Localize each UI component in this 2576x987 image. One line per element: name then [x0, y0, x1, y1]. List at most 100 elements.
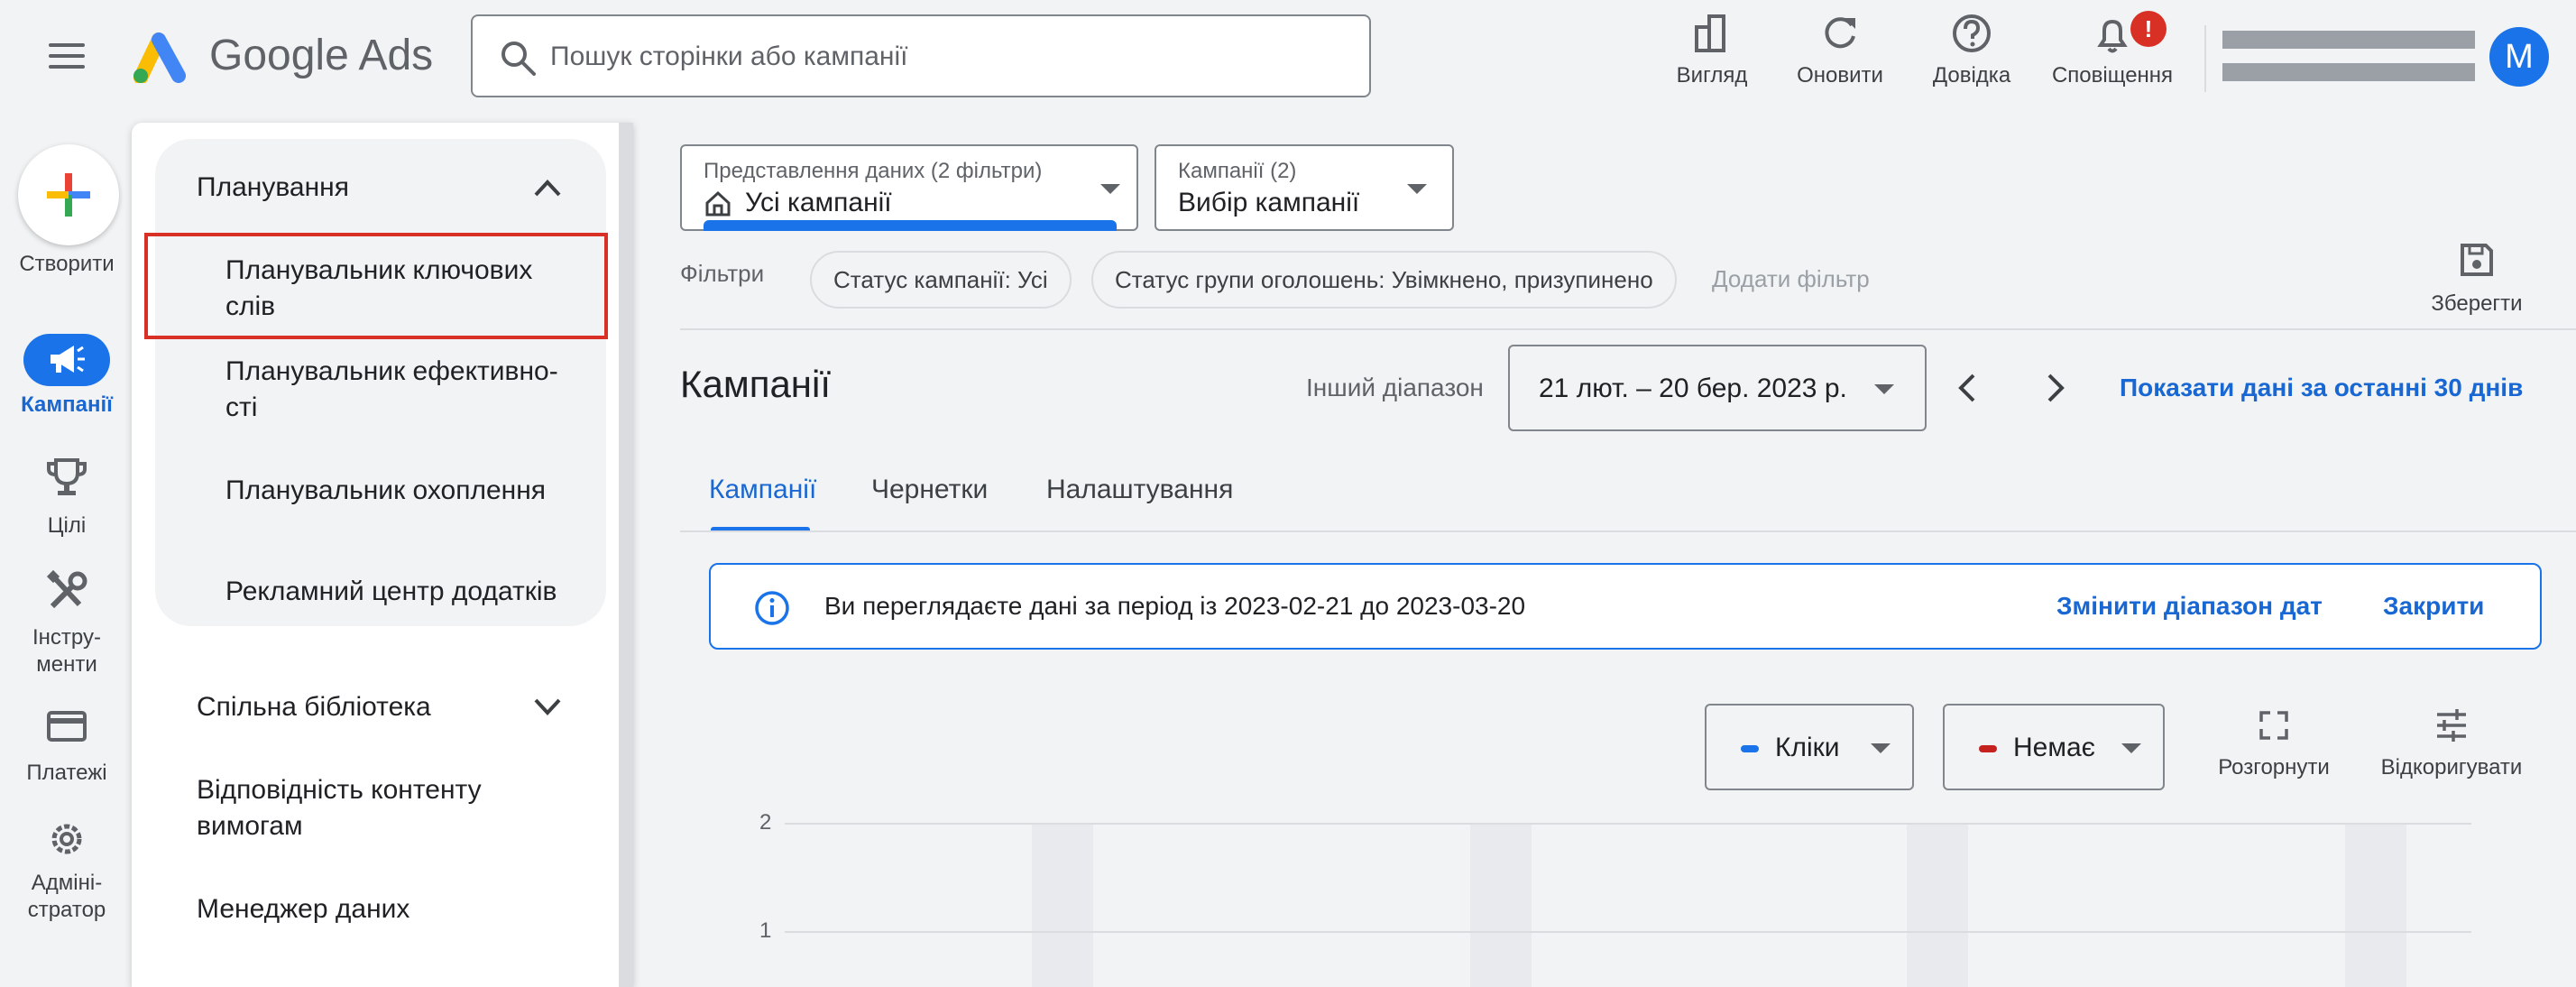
chart-gridline: [785, 931, 2471, 933]
megaphone-icon: [51, 346, 85, 373]
nav-item-performance-planner[interactable]: Планувальник ефективно- сті: [225, 354, 676, 426]
filter-chip-campaign-status[interactable]: Статус кампанії: Усі: [810, 251, 1072, 309]
main-menu-icon[interactable]: [49, 43, 85, 72]
admin-label-line1: Адміні-: [31, 871, 103, 895]
metric-2-select[interactable]: Немає: [1943, 704, 2165, 790]
credit-card-icon: [47, 711, 87, 742]
trophy-icon: [47, 458, 87, 495]
rail-tools[interactable]: Інстру- менти: [0, 568, 133, 677]
date-range-picker[interactable]: 21 лют. – 20 бер. 2023 р.: [1508, 345, 1927, 431]
rail-campaigns[interactable]: Кампанії: [0, 334, 133, 420]
info-icon: [755, 591, 789, 625]
help-icon: [1953, 14, 1991, 52]
tab-drafts[interactable]: Чернетки: [871, 475, 988, 505]
account-id-redacted[interactable]: [2222, 63, 2475, 81]
change-date-range-link[interactable]: Змінити діапазон дат: [2056, 592, 2323, 621]
nav-item-app-ad-hub[interactable]: Рекламний центр додатків: [225, 574, 676, 610]
fullscreen-icon: [2259, 711, 2288, 740]
avatar[interactable]: M: [2489, 27, 2549, 87]
performance-planner-line2: сті: [225, 392, 258, 422]
tools-label-line2: менти: [36, 652, 97, 677]
rail-billing[interactable]: Платежі: [0, 704, 133, 790]
account-name-redacted[interactable]: [2222, 31, 2475, 49]
search-icon: [501, 42, 536, 76]
metric-2-swatch: [1979, 745, 1997, 752]
view-selector[interactable]: Представлення даних (2 фільтри) Усі камп…: [680, 144, 1138, 231]
date-range-value: 21 лют. – 20 бер. 2023 р.: [1539, 374, 1847, 403]
tab-campaigns[interactable]: Кампанії: [709, 475, 816, 505]
caret-down-icon: [1100, 184, 1120, 194]
view-label: Вигляд: [1676, 63, 1748, 88]
show-last-30-days-link[interactable]: Показати дані за останні 30 днів: [2120, 374, 2523, 402]
chart-weekend-band: [1032, 823, 1093, 987]
add-filter-button[interactable]: Додати фільтр: [1712, 265, 1870, 293]
search-box[interactable]: [471, 14, 1371, 97]
tools-icon: [46, 569, 87, 609]
view-selector-sub: Представлення даних (2 фільтри): [704, 159, 1043, 183]
create-label: Створити: [19, 252, 115, 276]
highlight-box: [144, 233, 608, 339]
metric-2-label: Немає: [2013, 733, 2095, 762]
help-button[interactable]: Довідка: [1925, 11, 2019, 101]
y-tick-label: 2: [759, 810, 772, 835]
google-ads-logo-icon: [133, 32, 186, 83]
nav-section-planning[interactable]: Планування: [197, 170, 349, 206]
metric-1-label: Кліки: [1775, 733, 1840, 762]
filter-chip-adgroup-status[interactable]: Статус групи оголошень: Увімкнено, призу…: [1091, 251, 1677, 309]
chevron-down-icon[interactable]: [532, 696, 563, 718]
date-info-banner: Ви переглядаєте дані за період із 2023-0…: [709, 563, 2542, 650]
plus-icon: [47, 173, 90, 217]
refresh-label: Оновити: [1797, 63, 1883, 88]
app-title[interactable]: Google Ads: [209, 31, 433, 80]
create-button[interactable]: [18, 144, 119, 245]
help-label: Довідка: [1932, 63, 2011, 88]
home-icon: [705, 190, 731, 217]
refresh-button[interactable]: Оновити: [1789, 11, 1891, 101]
filters-label: Фільтри: [680, 260, 765, 287]
caret-down-icon: [1874, 384, 1894, 394]
expand-label: Розгорнути: [2218, 755, 2330, 779]
caret-down-icon: [2121, 743, 2141, 753]
campaign-selector-value: Вибір кампанії: [1178, 188, 1360, 217]
top-bar: Google Ads Вигляд Оновити Довідка: [0, 0, 2576, 115]
view-selector-value: Усі кампанії: [745, 188, 892, 217]
save-button[interactable]: Зберегти: [2423, 242, 2531, 317]
nav-section-content-suitability[interactable]: Відповідність контенту вимогам: [197, 772, 482, 844]
close-banner-link[interactable]: Закрити: [2383, 592, 2484, 621]
metric-1-swatch: [1741, 745, 1759, 752]
adjust-label: Відкоригувати: [2380, 755, 2523, 779]
billing-label: Платежі: [26, 761, 107, 785]
expand-chart-button[interactable]: Розгорнути: [2206, 707, 2341, 780]
y-tick-label: 1: [759, 918, 772, 943]
notifications-button[interactable]: ! Сповіщення: [2047, 11, 2177, 101]
notification-badge: !: [2130, 11, 2167, 47]
range-label: Інший діапазон: [1306, 374, 1484, 401]
page-title: Кампанії: [680, 363, 831, 405]
nav-item-reach-planner[interactable]: Планувальник охоплення: [225, 473, 676, 509]
save-icon: [2461, 244, 2493, 276]
adjust-chart-button[interactable]: Відкоригувати: [2372, 707, 2531, 780]
chevron-up-icon[interactable]: [532, 177, 563, 198]
goals-label: Цілі: [47, 513, 87, 538]
view-selector-underline: [704, 220, 1117, 231]
tune-icon: [2437, 709, 2466, 742]
view-button[interactable]: Вигляд: [1669, 11, 1755, 101]
campaign-selector-sub: Кампанії (2): [1178, 159, 1297, 183]
rail-admin[interactable]: Адміні- стратор: [0, 816, 133, 924]
nav-section-shared-library[interactable]: Спільна бібліотека: [197, 689, 431, 725]
chevron-right-icon[interactable]: [2035, 368, 2075, 408]
info-message: Ви переглядаєте дані за період із 2023-0…: [824, 592, 1526, 620]
tabs-divider: [680, 530, 2576, 532]
search-input[interactable]: [548, 32, 1346, 81]
bell-icon: [2097, 19, 2128, 53]
caret-down-icon: [1871, 743, 1891, 753]
tab-settings[interactable]: Налаштування: [1046, 475, 1233, 505]
campaign-selector[interactable]: Кампанії (2) Вибір кампанії: [1155, 144, 1454, 231]
refresh-icon: [1825, 17, 1855, 49]
performance-planner-line1: Планувальник ефективно-: [225, 356, 558, 386]
metric-1-select[interactable]: Кліки: [1705, 704, 1914, 790]
nav-section-data-manager[interactable]: Менеджер даних: [197, 891, 409, 927]
rail-goals[interactable]: Цілі: [0, 455, 133, 541]
top-divider: [2204, 25, 2206, 92]
chevron-left-icon[interactable]: [1948, 368, 1988, 408]
